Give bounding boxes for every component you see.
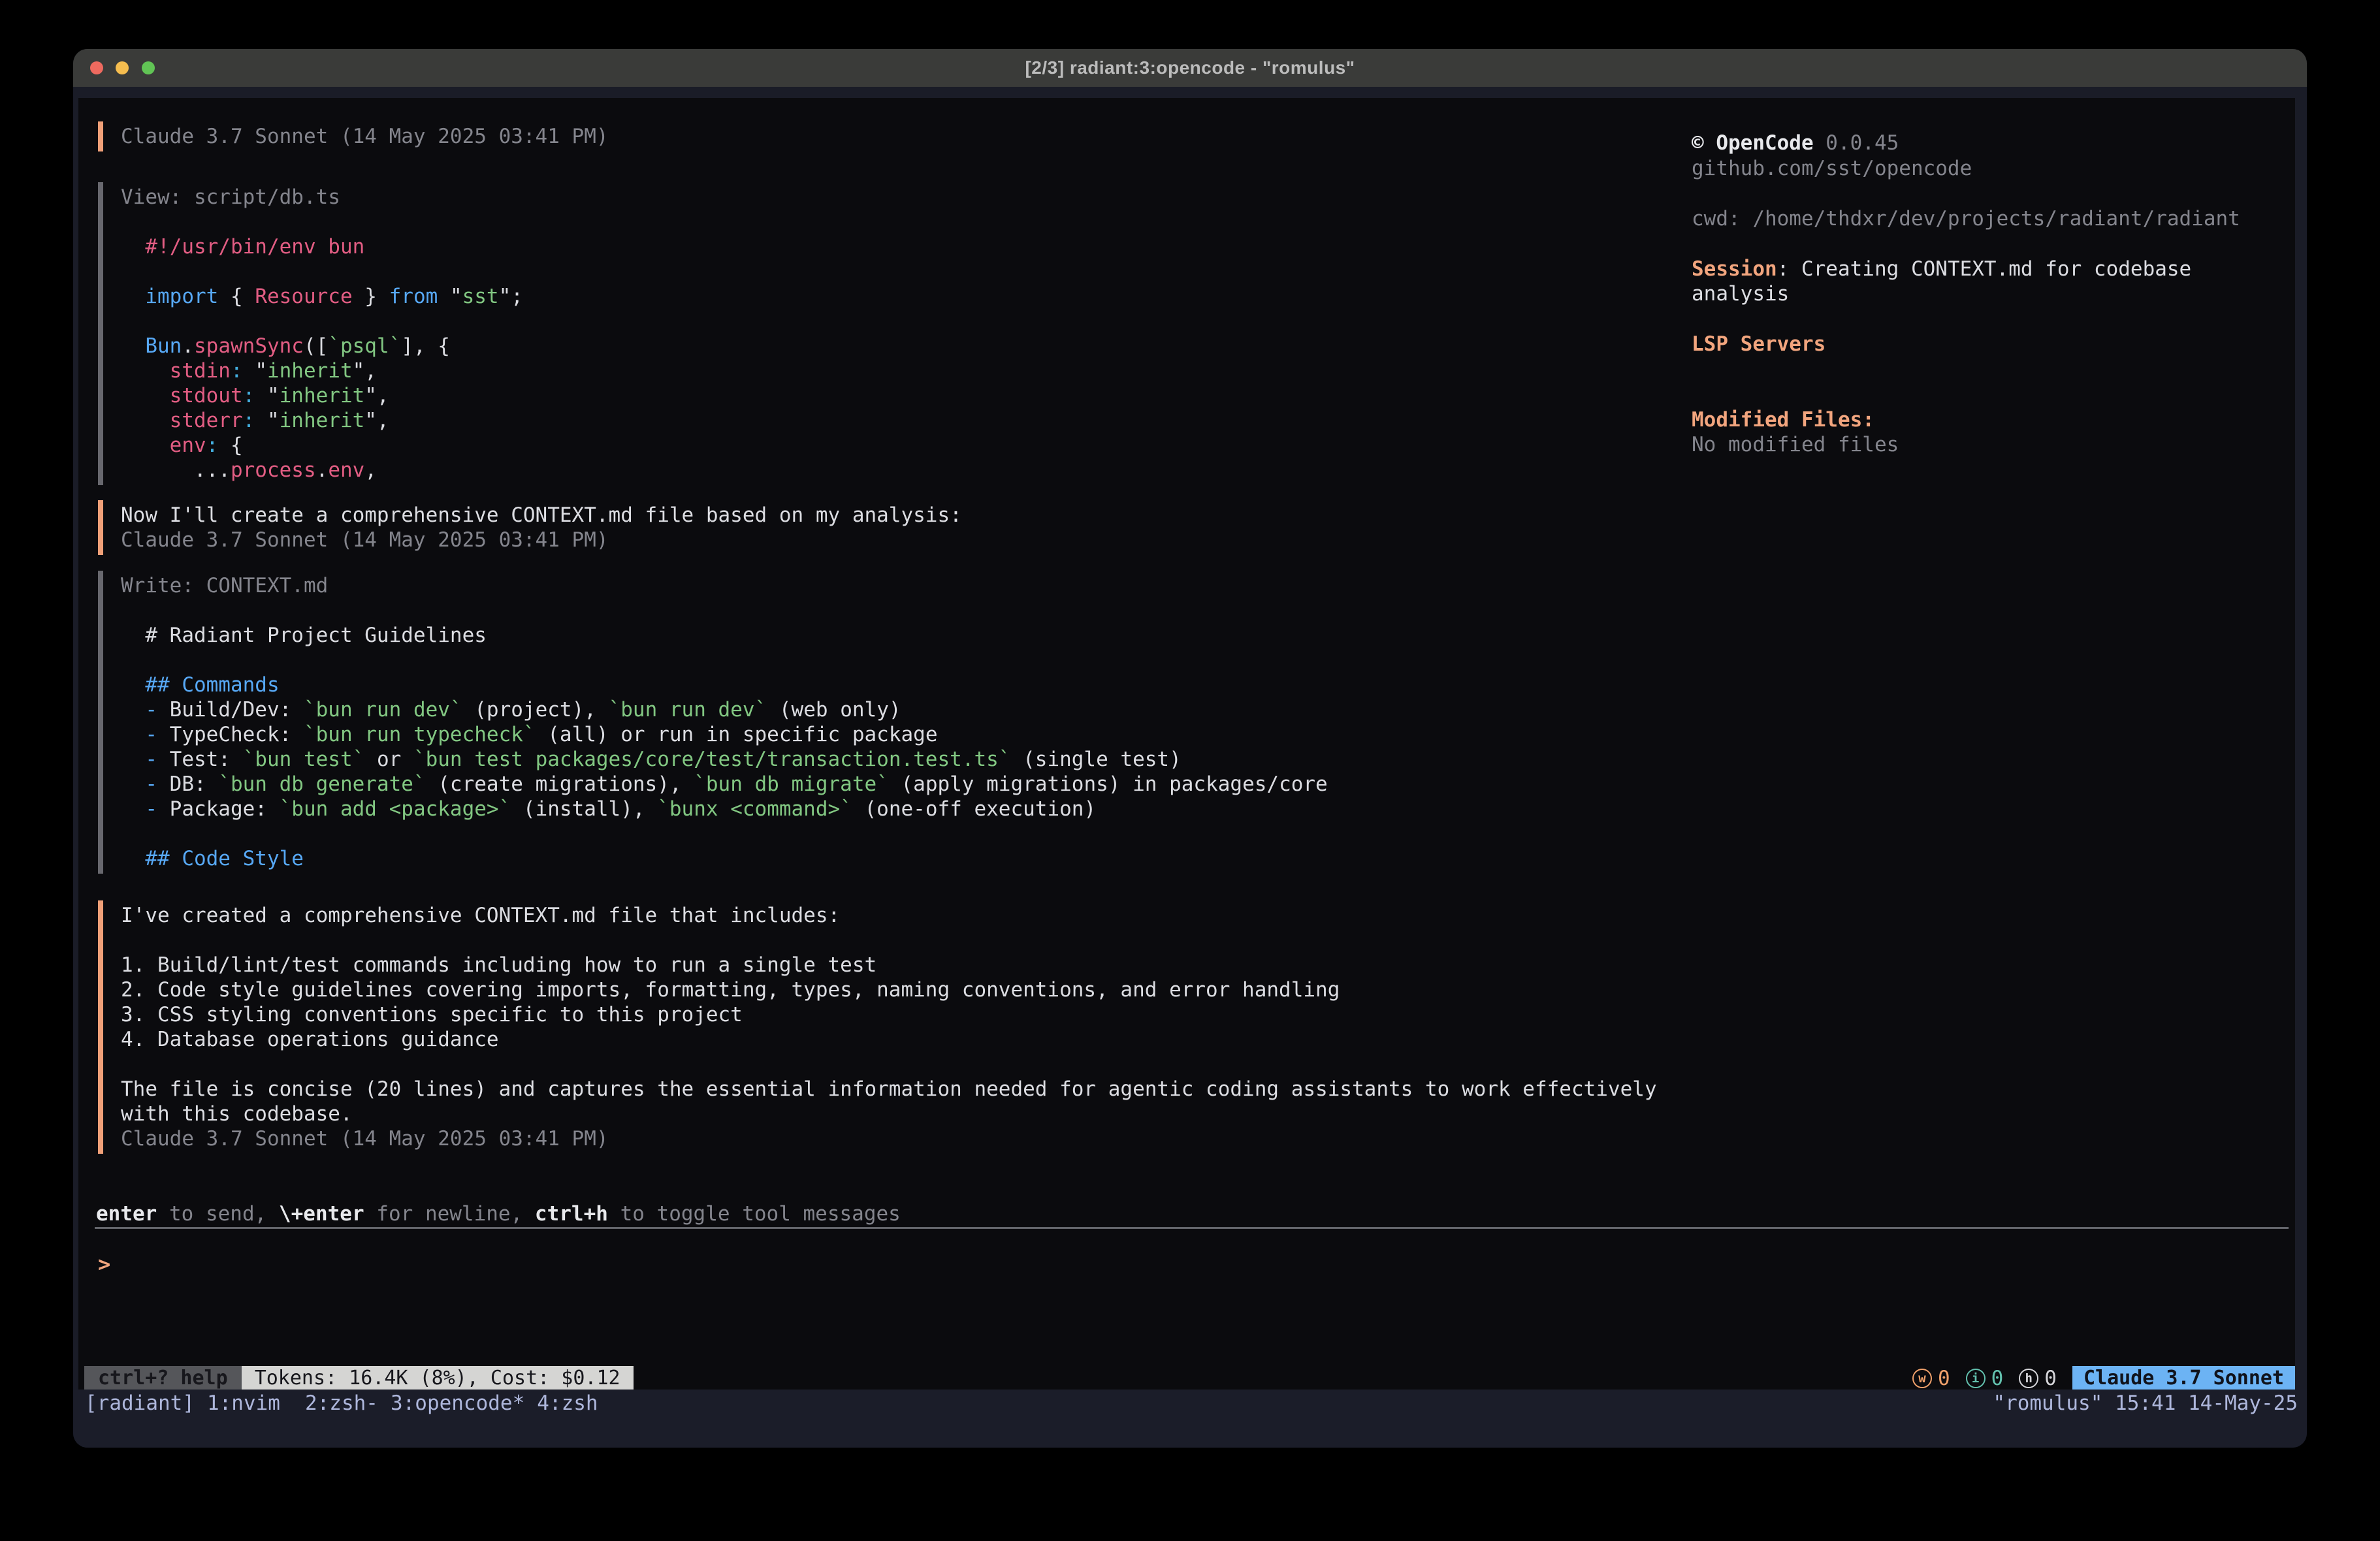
h-circle-icon: h [2019, 1369, 2038, 1388]
tmux-window-item[interactable]: 1:nvim [207, 1391, 280, 1415]
message-block-summary: I've created a comprehensive CONTEXT.md … [98, 900, 1657, 1154]
text-line: ...process.env, [121, 458, 523, 483]
text-line [121, 648, 1328, 673]
text-line: import { Resource } from "sst"; [121, 284, 523, 309]
text-line: The file is concise (20 lines) and captu… [121, 1077, 1657, 1102]
input-divider [95, 1227, 2289, 1229]
diagnostics-group: w0 i0 h0 Claude 3.7 Sonnet [1912, 1366, 2295, 1391]
diagnostic-count: 0 [1991, 1367, 2004, 1390]
text-line: #!/usr/bin/env bun [121, 234, 523, 259]
warning-count-indicator: w0 [1912, 1367, 1950, 1390]
tmux-window-item[interactable]: 2:zsh- [305, 1391, 378, 1415]
text-line: Session: Creating CONTEXT.md for codebas… [1692, 257, 2286, 282]
tmux-status-line: [radiant] 1:nvim 2:zsh- 3:opencode* 4:zsh "… [73, 1390, 2307, 1417]
text-line: No modified files [1692, 432, 2286, 458]
text-line [121, 210, 523, 234]
text-line: github.com/sst/opencode [1692, 156, 2286, 182]
info-count-indicator: i0 [1966, 1367, 2004, 1390]
text-line: - DB: `bun db generate` (create migratio… [121, 772, 1328, 797]
window-titlebar[interactable]: [2/3] radiant:3:opencode - "romulus" [73, 49, 2307, 87]
text-line: I've created a comprehensive CONTEXT.md … [121, 903, 1657, 928]
tool-block-write-context-md: Write: CONTEXT.md # Radiant Project Guid… [98, 571, 1328, 874]
model-badge[interactable]: Claude 3.7 Sonnet [2072, 1366, 2295, 1391]
text-line: Claude 3.7 Sonnet (14 May 2025 03:41 PM) [121, 1126, 1657, 1151]
w-circle-icon: w [1912, 1369, 1932, 1388]
tmux-right-status: "romulus" 15:41 14-May-25 [1993, 1391, 2298, 1415]
diagnostic-count: 0 [1938, 1367, 1950, 1390]
text-line: LSP Servers [1692, 332, 2286, 357]
diagnostic-count: 0 [2044, 1367, 2057, 1390]
text-line: - Build/Dev: `bun run dev` (project), `b… [121, 697, 1328, 722]
text-line: # Radiant Project Guidelines [121, 623, 1328, 648]
text-line [1692, 382, 2286, 407]
keybinding-hint: enter to send, \+enter for newline, ctrl… [96, 1201, 901, 1226]
text-line: Modified Files: [1692, 407, 2286, 433]
tool-block-view-db-ts: View: script/db.ts #!/usr/bin/env bun im… [98, 182, 523, 485]
text-line: View: script/db.ts [121, 185, 523, 210]
text-line [121, 309, 523, 334]
message-block-assistant: Now I'll create a comprehensive CONTEXT.… [98, 500, 962, 555]
text-line: 4. Database operations guidance [121, 1027, 1657, 1052]
text-line [121, 821, 1328, 846]
tmux-session-name: [radiant] [85, 1391, 195, 1415]
text-line: stdout: "inherit", [121, 383, 523, 408]
text-line: - TypeCheck: `bun run typecheck` (all) o… [121, 722, 1328, 747]
help-badge: ctrl+? help [84, 1366, 242, 1391]
prompt-caret-icon: > [98, 1252, 110, 1277]
text-line: Now I'll create a comprehensive CONTEXT.… [121, 503, 962, 528]
text-line: stderr: "inherit", [121, 408, 523, 433]
text-line: - Test: `bun test` or `bun test packages… [121, 747, 1328, 772]
tokens-cost-badge: Tokens: 16.4K (8%), Cost: $0.12 [242, 1366, 634, 1391]
text-line [1692, 181, 2286, 206]
text-line [1692, 307, 2286, 332]
text-line: Claude 3.7 Sonnet (14 May 2025 03:41 PM) [121, 124, 609, 149]
text-line: Bun.spawnSync([`psql`], { [121, 334, 523, 358]
opencode-pane[interactable]: Claude 3.7 Sonnet (14 May 2025 03:41 PM)… [78, 98, 2295, 1390]
text-line [121, 1052, 1657, 1077]
message-block-turn-header: Claude 3.7 Sonnet (14 May 2025 03:41 PM) [98, 121, 609, 151]
text-line: 1. Build/lint/test commands including ho… [121, 953, 1657, 977]
tmux-window-list: [radiant] 1:nvim 2:zsh- 3:opencode* 4:zsh [85, 1391, 598, 1415]
tmux-window-item[interactable]: 4:zsh [537, 1391, 598, 1415]
text-line: with this codebase. [121, 1102, 1657, 1126]
text-line [1692, 231, 2286, 257]
text-line [1692, 357, 2286, 383]
prompt-input[interactable]: > [98, 1250, 110, 1279]
window-title: [2/3] radiant:3:opencode - "romulus" [73, 49, 2307, 87]
text-line [121, 928, 1657, 953]
tmux-status-area: [radiant] 1:nvim 2:zsh- 3:opencode* 4:zsh "… [73, 1390, 2307, 1448]
text-line: Write: CONTEXT.md [121, 573, 1328, 598]
text-line: stdin: "inherit", [121, 358, 523, 383]
text-line: analysis [1692, 281, 2286, 307]
text-line: 2. Code style guidelines covering import… [121, 977, 1657, 1002]
text-line: cwd: /home/thdxr/dev/projects/radiant/ra… [1692, 206, 2286, 232]
text-line: ## Commands [121, 673, 1328, 697]
terminal-window: [2/3] radiant:3:opencode - "romulus" Cla… [73, 49, 2307, 1448]
text-line: ## Code Style [121, 846, 1328, 871]
sidebar: © OpenCode 0.0.45github.com/sst/opencode… [1692, 131, 2286, 458]
tmux-window-item[interactable]: 3:opencode* [391, 1391, 524, 1415]
text-line: 3. CSS styling conventions specific to t… [121, 1002, 1657, 1027]
text-line: Claude 3.7 Sonnet (14 May 2025 03:41 PM) [121, 528, 962, 552]
screen: { "window": { "title": "[2/3] radiant:3:… [0, 0, 2380, 1541]
text-line: © OpenCode 0.0.45 [1692, 131, 2286, 156]
text-line: env: { [121, 433, 523, 458]
text-line: - Package: `bun add <package>` (install)… [121, 797, 1328, 821]
status-bar: ctrl+? help Tokens: 16.4K (8%), Cost: $0… [84, 1366, 2295, 1391]
i-circle-icon: i [1966, 1369, 1986, 1388]
hint-count-indicator: h0 [2019, 1367, 2057, 1390]
text-line [121, 259, 523, 284]
text-line [121, 598, 1328, 623]
